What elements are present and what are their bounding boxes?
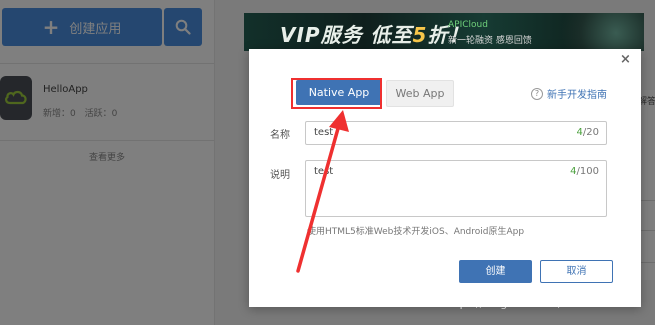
tab-web-app[interactable]: Web App (386, 80, 454, 107)
promo-banner[interactable]: VIP服务 低至5折！ APICloud 新一轮融资 感恩回馈 (244, 13, 644, 51)
name-input[interactable]: test 4/20 (305, 121, 607, 145)
name-char-count: 4/20 (577, 127, 599, 138)
name-label: 名称 (270, 130, 290, 141)
beginner-guide-link[interactable]: ? 新手开发指南 (531, 86, 607, 101)
cancel-button[interactable]: 取消 (540, 260, 613, 283)
banner-brand: APICloud (448, 20, 488, 30)
description-label: 说明 (270, 170, 290, 181)
description-value: test (314, 166, 334, 177)
create-app-dialog: × Native App Web App ? 新手开发指南 名称 test 4/… (249, 49, 641, 307)
description-textarea[interactable]: test 4/100 (305, 160, 607, 217)
annotation-highlight-box (291, 78, 382, 109)
platform-hint: 使用HTML5标准Web技术开发iOS、Android原生App (307, 227, 525, 237)
name-input-value: test (314, 127, 334, 138)
banner-title: VIP服务 低至5折！ (280, 19, 469, 48)
banner-slogan: 新一轮融资 感恩回馈 (448, 36, 532, 46)
banner-title-prefix: VIP服务 低至 (280, 23, 413, 47)
banner-decoration (544, 13, 644, 51)
name-count-max: /20 (582, 127, 599, 138)
desc-count-max: /100 (576, 166, 599, 177)
close-icon[interactable]: × (620, 52, 631, 67)
beginner-guide-label: 新手开发指南 (547, 90, 607, 101)
banner-title-highlight: 5 (412, 23, 428, 47)
create-button[interactable]: 创建 (459, 260, 532, 283)
help-icon: ? (531, 87, 543, 100)
description-char-count: 4/100 (570, 166, 599, 177)
watermark: https://blog.csdn.net/zhf0835 (444, 297, 607, 310)
